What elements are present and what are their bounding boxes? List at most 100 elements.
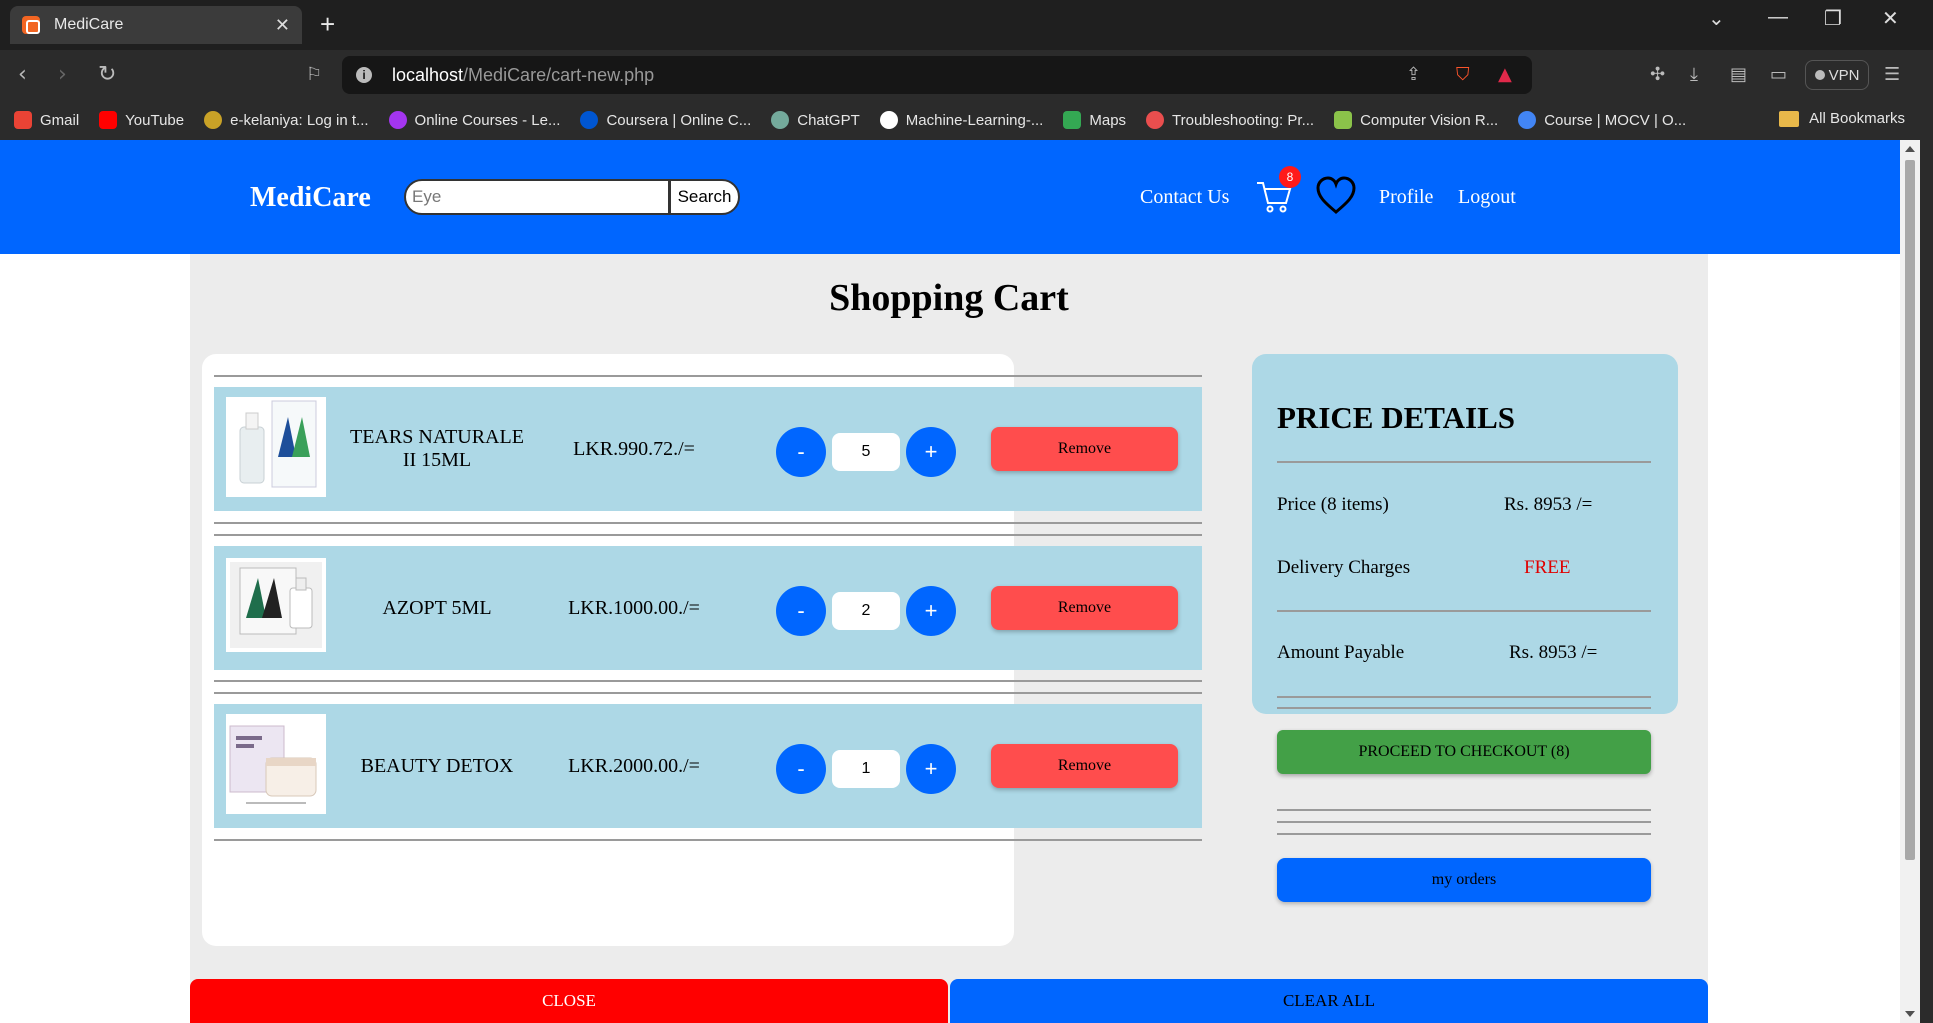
tab-search-chevron-icon[interactable]: ⌄ bbox=[1708, 6, 1725, 31]
product-name: TEARS NATURALE II 15ML bbox=[350, 426, 524, 471]
new-tab-icon[interactable]: + bbox=[320, 9, 335, 40]
minimize-icon[interactable]: — bbox=[1768, 6, 1788, 29]
bookmark-item[interactable]: Coursera | Online C... bbox=[580, 111, 751, 129]
tab-close-icon[interactable]: ✕ bbox=[275, 15, 290, 36]
bookmark-item[interactable]: Online Courses - Le... bbox=[388, 111, 561, 129]
search-button[interactable]: Search bbox=[669, 179, 740, 215]
scroll-up-icon[interactable] bbox=[1905, 146, 1915, 152]
clear-all-button[interactable]: CLEAR ALL bbox=[950, 979, 1708, 1023]
mocv-icon bbox=[1518, 111, 1537, 129]
product-price: LKR.1000.00./= bbox=[568, 596, 700, 619]
remove-button[interactable]: Remove bbox=[991, 744, 1178, 788]
sidebar-icon[interactable]: ▤ bbox=[1730, 64, 1747, 85]
decrease-qty-button[interactable]: - bbox=[776, 586, 826, 636]
bookmark-item[interactable]: Computer Vision R... bbox=[1334, 111, 1498, 129]
bookmark-page-icon[interactable]: ⚐ bbox=[306, 64, 322, 85]
product-price: LKR.990.72./= bbox=[573, 437, 695, 460]
forward-icon[interactable]: › bbox=[58, 62, 67, 87]
increase-qty-button[interactable]: + bbox=[906, 427, 956, 477]
quantity-input[interactable] bbox=[832, 433, 900, 471]
restore-icon[interactable]: ❐ bbox=[1824, 6, 1842, 31]
divider bbox=[1277, 809, 1651, 811]
divider bbox=[1277, 833, 1651, 835]
decrease-qty-button[interactable]: - bbox=[776, 744, 826, 794]
site-header: MediCare Search Contact Us 8 Profile Log… bbox=[0, 140, 1900, 254]
decrease-qty-button[interactable]: - bbox=[776, 427, 826, 477]
all-bookmarks[interactable]: All Bookmarks bbox=[1779, 110, 1905, 127]
menu-icon[interactable]: ☰ bbox=[1884, 64, 1900, 85]
bookmark-item[interactable]: Troubleshooting: Pr... bbox=[1146, 111, 1314, 129]
page-scrollbar[interactable] bbox=[1900, 140, 1920, 1023]
increase-qty-button[interactable]: + bbox=[906, 586, 956, 636]
product-image bbox=[226, 558, 326, 652]
beauty-detox-box-image bbox=[229, 725, 317, 804]
cart-item: AZOPT 5ML LKR.1000.00./= - + Remove bbox=[214, 546, 1202, 670]
extensions-icon[interactable]: ✣ bbox=[1650, 64, 1665, 85]
divider bbox=[1277, 610, 1651, 612]
amount-payable-value: Rs. 8953 /= bbox=[1509, 642, 1598, 663]
bookmark-item[interactable]: e-kelaniya: Log in t... bbox=[204, 111, 369, 129]
wallet-icon[interactable]: ▭ bbox=[1770, 64, 1787, 85]
troubleshooting-icon bbox=[1146, 111, 1165, 129]
bookmark-label: YouTube bbox=[125, 111, 185, 129]
divider bbox=[214, 680, 1202, 682]
bookmarks-bar: Gmail YouTube e-kelaniya: Log in t... On… bbox=[0, 100, 1933, 140]
azopt-box-image bbox=[230, 562, 322, 648]
bookmark-item[interactable]: Machine-Learning-... bbox=[879, 111, 1044, 129]
url-path: /MediCare/cart-new.php bbox=[463, 64, 655, 85]
chatgpt-icon bbox=[771, 111, 790, 129]
product-name: AZOPT 5ML bbox=[382, 596, 492, 619]
bookmark-item[interactable]: Course | MOCV | O... bbox=[1518, 111, 1686, 129]
divider bbox=[214, 534, 1202, 536]
folder-icon bbox=[1779, 110, 1800, 127]
product-image bbox=[226, 397, 326, 497]
bookmark-item[interactable]: Gmail bbox=[14, 111, 79, 129]
proceed-to-checkout-button[interactable]: PROCEED TO CHECKOUT (8) bbox=[1277, 730, 1651, 774]
window-close-icon[interactable]: ✕ bbox=[1882, 6, 1899, 31]
vpn-button[interactable]: VPN bbox=[1805, 60, 1869, 90]
divider bbox=[1277, 707, 1651, 709]
bookmark-label: Online Courses - Le... bbox=[414, 111, 561, 129]
bookmark-label: Machine-Learning-... bbox=[905, 111, 1044, 129]
eye-drops-bottle-image bbox=[239, 400, 317, 488]
my-orders-button[interactable]: my orders bbox=[1277, 858, 1651, 902]
wishlist-heart-icon[interactable] bbox=[1314, 174, 1358, 218]
brave-rewards-icon[interactable]: ▲ bbox=[1498, 64, 1512, 85]
youtube-icon bbox=[99, 111, 118, 129]
reload-icon[interactable]: ↻ bbox=[98, 62, 116, 87]
bookmark-label: ChatGPT bbox=[797, 111, 860, 129]
quantity-input[interactable] bbox=[832, 592, 900, 630]
profile-link[interactable]: Profile bbox=[1379, 186, 1433, 209]
remove-button[interactable]: Remove bbox=[991, 427, 1178, 471]
e-kelaniya-icon bbox=[204, 111, 223, 129]
logout-link[interactable]: Logout bbox=[1458, 186, 1516, 209]
cart-item: TEARS NATURALE II 15ML LKR.990.72./= - +… bbox=[214, 387, 1202, 511]
bookmark-label: Maps bbox=[1089, 111, 1127, 129]
quantity-input[interactable] bbox=[832, 750, 900, 788]
share-icon[interactable]: ⇪ bbox=[1406, 64, 1421, 85]
bookmark-item[interactable]: YouTube bbox=[99, 111, 184, 129]
browser-side-gutter bbox=[1920, 140, 1933, 1023]
scrollbar-thumb[interactable] bbox=[1905, 160, 1915, 860]
close-button[interactable]: CLOSE bbox=[190, 979, 948, 1023]
search-input[interactable] bbox=[404, 179, 670, 215]
site-info-icon[interactable]: i bbox=[356, 67, 372, 83]
contact-us-link[interactable]: Contact Us bbox=[1140, 186, 1229, 209]
cart-item: BEAUTY DETOX LKR.2000.00./= - + Remove bbox=[214, 704, 1202, 828]
address-bar[interactable]: i localhost/MediCare/cart-new.php bbox=[342, 56, 1532, 94]
vpn-label: VPN bbox=[1828, 66, 1860, 84]
product-name: BEAUTY DETOX bbox=[360, 754, 514, 777]
brave-shield-icon[interactable]: ⛉ bbox=[1456, 64, 1470, 85]
bookmark-item[interactable]: Maps bbox=[1063, 111, 1126, 129]
scroll-down-icon[interactable] bbox=[1905, 1011, 1915, 1017]
delivery-label: Delivery Charges bbox=[1277, 557, 1411, 578]
downloads-icon[interactable]: ⤓ bbox=[1690, 64, 1698, 85]
product-price: LKR.2000.00./= bbox=[568, 754, 700, 777]
increase-qty-button[interactable]: + bbox=[906, 744, 956, 794]
brand-logo[interactable]: MediCare bbox=[250, 182, 371, 214]
page-viewport: MediCare Search Contact Us 8 Profile Log… bbox=[0, 140, 1900, 1023]
browser-tab[interactable]: MediCare ✕ bbox=[10, 6, 302, 44]
bookmark-item[interactable]: ChatGPT bbox=[771, 111, 860, 129]
back-icon[interactable]: ‹ bbox=[18, 62, 27, 87]
remove-button[interactable]: Remove bbox=[991, 586, 1178, 630]
